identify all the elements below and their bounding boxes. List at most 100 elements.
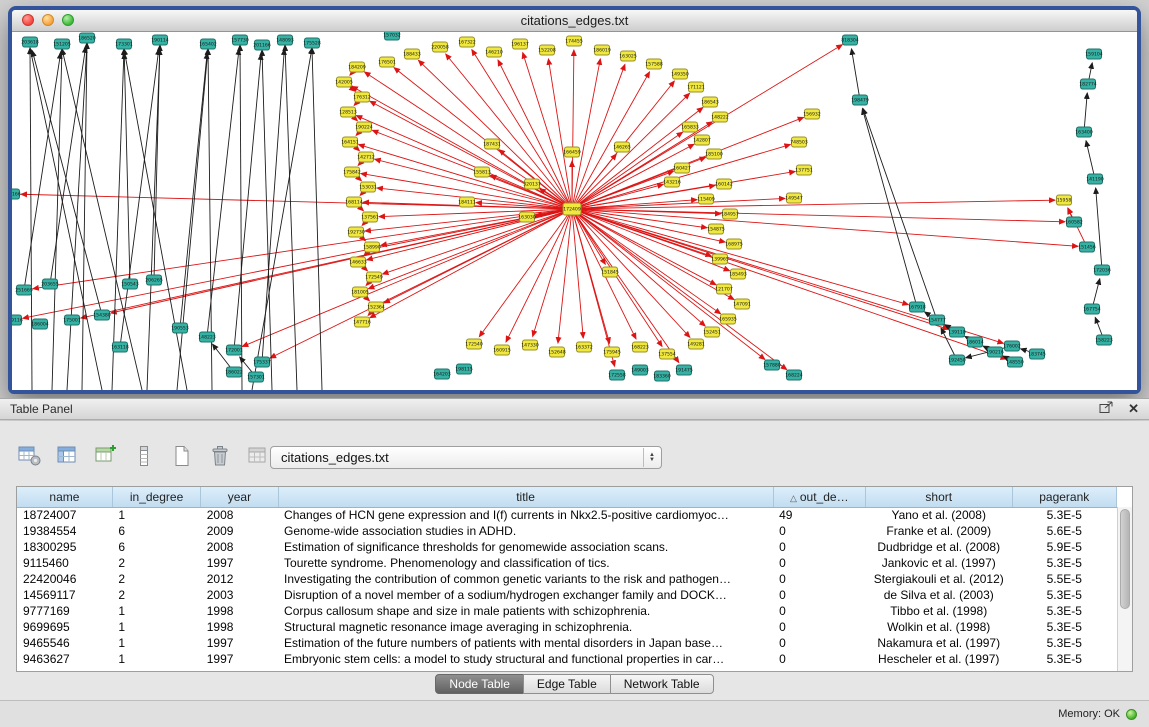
table-cell[interactable]: 5.3E-5 (1012, 507, 1116, 523)
network-canvas[interactable]: 1724091842091420051763121285131902241641… (12, 32, 1137, 390)
table-cell[interactable]: 5.9E-5 (1012, 539, 1116, 555)
table-cell[interactable]: 2008 (201, 539, 278, 555)
table-cell[interactable]: 1997 (201, 555, 278, 571)
table-cell[interactable]: 1 (112, 507, 200, 523)
table-cell[interactable]: 1 (112, 651, 200, 667)
table-cell[interactable]: 5.3E-5 (1012, 651, 1116, 667)
import-table-button[interactable] (244, 442, 272, 470)
column-header-short[interactable]: short (865, 487, 1012, 507)
graph-edge[interactable] (1068, 208, 1087, 247)
table-select[interactable]: citations_edges.txt ▲▼ (270, 446, 662, 469)
table-cell[interactable]: 2 (112, 555, 200, 571)
graph-edge[interactable] (368, 209, 572, 289)
close-panel-icon[interactable]: ✕ (1128, 401, 1139, 417)
table-scrollbar-thumb[interactable] (1120, 509, 1130, 609)
single-column-button[interactable] (130, 442, 158, 470)
network-graph[interactable]: 1724091842091420051763121285131902241641… (12, 32, 1137, 390)
graph-edge[interactable] (370, 209, 572, 318)
table-cell[interactable]: 2012 (201, 571, 278, 587)
table-cell[interactable]: Genome-wide association studies in ADHD. (278, 523, 773, 539)
show-columns-button[interactable] (54, 442, 82, 470)
graph-edge[interactable] (548, 59, 572, 209)
table-row[interactable]: 1456911722003Disruption of a novel membe… (17, 587, 1117, 603)
close-button[interactable] (22, 14, 34, 26)
zoom-button[interactable] (62, 14, 74, 26)
graph-edge[interactable] (851, 49, 860, 100)
graph-edge[interactable] (124, 49, 187, 390)
column-header-year[interactable]: year (201, 487, 278, 507)
graph-edge[interactable] (1086, 141, 1095, 179)
table-row[interactable]: 946362711997Embryonic stem cells: a mode… (17, 651, 1117, 667)
graph-edge[interactable] (252, 48, 312, 390)
table-cell[interactable]: 49 (773, 507, 865, 523)
table-cell[interactable]: 5.6E-5 (1012, 523, 1116, 539)
table-cell[interactable]: Estimation of significance thresholds fo… (278, 539, 773, 555)
table-cell[interactable]: 5.5E-5 (1012, 571, 1116, 587)
graph-edge[interactable] (82, 43, 87, 390)
graph-edge[interactable] (124, 53, 130, 284)
graph-edge[interactable] (32, 51, 102, 315)
float-panel-icon[interactable] (1099, 401, 1114, 417)
table-cell[interactable]: 9463627 (17, 651, 112, 667)
table-cell[interactable]: 0 (773, 651, 865, 667)
column-header-pagerank[interactable]: pagerank (1012, 487, 1116, 507)
graph-edge[interactable] (533, 209, 572, 336)
graph-edge[interactable] (572, 59, 600, 209)
table-row[interactable]: 1938455462009Genome-wide association stu… (17, 523, 1117, 539)
table-cell[interactable]: 1997 (201, 651, 278, 667)
graph-edge[interactable] (1096, 188, 1102, 270)
table-cell[interactable]: 19384554 (17, 523, 112, 539)
graph-edge[interactable] (472, 50, 572, 209)
tab-edge-table[interactable]: Edge Table (523, 674, 611, 694)
graph-edge[interactable] (112, 49, 124, 390)
graph-edge[interactable] (21, 194, 572, 209)
graph-edge[interactable] (1084, 93, 1087, 132)
table-row[interactable]: 1830029562008Estimation of significance … (17, 539, 1117, 555)
table-cell[interactable]: Disruption of a novel member of a sodium… (278, 587, 773, 603)
graph-edge[interactable] (572, 209, 908, 305)
graph-edge[interactable] (572, 45, 842, 209)
graph-edge[interactable] (572, 209, 1006, 359)
network-window-titlebar[interactable]: citations_edges.txt (12, 10, 1137, 32)
table-cell[interactable]: 9777169 (17, 603, 112, 619)
table-cell[interactable]: 0 (773, 635, 865, 651)
column-header-title[interactable]: title (278, 487, 773, 507)
table-cell[interactable]: 9115460 (17, 555, 112, 571)
table-cell[interactable]: 0 (773, 539, 865, 555)
column-header-out-de[interactable]: △out_de… (773, 487, 865, 507)
graph-edge[interactable] (147, 45, 160, 390)
table-cell[interactable]: 22420046 (17, 571, 112, 587)
graph-edge[interactable] (572, 209, 1078, 246)
tab-node-table[interactable]: Node Table (435, 674, 524, 694)
graph-edge[interactable] (62, 49, 142, 390)
table-cell[interactable]: 9465546 (17, 635, 112, 651)
graph-edge[interactable] (506, 209, 572, 342)
column-header-in-degree[interactable]: in_degree (112, 487, 200, 507)
table-options-button[interactable] (16, 442, 44, 470)
table-cell[interactable]: 1 (112, 619, 200, 635)
graph-edge[interactable] (572, 209, 662, 346)
graph-edge[interactable] (23, 209, 572, 318)
table-cell[interactable]: 0 (773, 523, 865, 539)
table-cell[interactable]: Wolkin et al. (1998) (865, 619, 1012, 635)
table-cell[interactable]: Embryonic stem cells: a model to study s… (278, 651, 773, 667)
table-cell[interactable]: 9699695 (17, 619, 112, 635)
table-cell[interactable]: 2003 (201, 587, 278, 603)
graph-edge[interactable] (558, 209, 572, 343)
delete-table-button[interactable] (206, 442, 234, 470)
tab-network-table[interactable]: Network Table (610, 674, 714, 694)
graph-edge[interactable] (111, 209, 572, 313)
table-cell[interactable]: 0 (773, 619, 865, 635)
table-cell[interactable]: 1998 (201, 603, 278, 619)
table-cell[interactable]: 0 (773, 603, 865, 619)
table-cell[interactable]: 0 (773, 587, 865, 603)
table-row[interactable]: 2242004622012Investigating the contribut… (17, 571, 1117, 587)
table-row[interactable]: 1872400712008Changes of HCN gene express… (17, 507, 1117, 523)
graph-edge[interactable] (572, 209, 679, 363)
table-cell[interactable]: 2009 (201, 523, 278, 539)
table-cell[interactable]: 18724007 (17, 507, 112, 523)
table-cell[interactable]: Jankovic et al. (1997) (865, 555, 1012, 571)
table-cell[interactable]: de Silva et al. (2003) (865, 587, 1012, 603)
table-cell[interactable]: 1997 (201, 635, 278, 651)
table-cell[interactable]: Nakamura et al. (1997) (865, 635, 1012, 651)
